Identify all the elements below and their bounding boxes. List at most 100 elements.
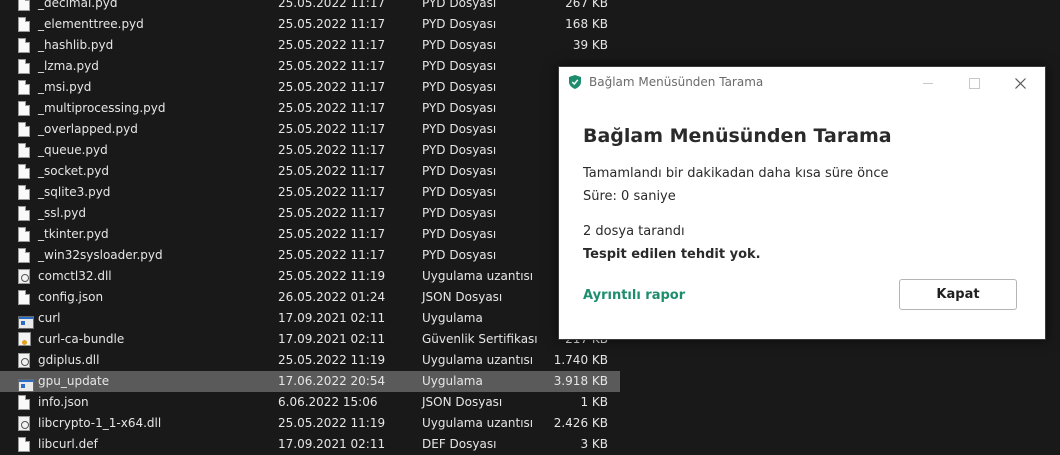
certificate-icon — [18, 332, 31, 347]
file-type: PYD Dosyası — [422, 0, 497, 10]
file-name: _decimal.pyd — [38, 0, 118, 10]
file-date-modified: 25.05.2022 11:19 — [278, 269, 386, 283]
file-icon — [18, 17, 31, 32]
file-date-modified: 6.06.2022 15:06 — [278, 395, 378, 409]
shield-icon — [569, 75, 581, 89]
file-date-modified: 25.05.2022 11:17 — [278, 59, 386, 73]
file-list: _decimal.pyd 25.05.2022 11:17 PYD Dosyası 2… — [0, 0, 620, 455]
file-name: curl-ca-bundle — [38, 332, 125, 346]
file-size: 3.918 KB — [553, 374, 608, 388]
file-icon — [18, 143, 31, 158]
file-row[interactable]: _tkinter.pyd 25.05.2022 11:17 PYD Dosyası — [0, 224, 620, 245]
file-type: Uygulama — [422, 311, 483, 325]
file-row[interactable]: info.json 6.06.2022 15:06 JSON Dosyası 1 KB — [0, 392, 620, 413]
file-date-modified: 26.05.2022 01:24 — [278, 290, 386, 304]
file-date-modified: 25.05.2022 11:17 — [278, 206, 386, 220]
file-icon — [18, 101, 31, 116]
file-name: _ssl.pyd — [38, 206, 86, 220]
file-row[interactable]: gpu_update 17.06.2022 20:54 Uygulama 3.918 … — [0, 371, 620, 392]
file-name: _win32sysloader.pyd — [38, 248, 163, 262]
file-type: Güvenlik Sertifikası — [422, 332, 538, 346]
file-type: PYD Dosyası — [422, 164, 497, 178]
file-date-modified: 25.05.2022 11:17 — [278, 248, 386, 262]
file-date-modified: 25.05.2022 11:17 — [278, 185, 386, 199]
close-window-button[interactable] — [997, 67, 1043, 99]
detailed-report-link[interactable]: Ayrıntılı rapor — [583, 288, 685, 303]
file-type: JSON Dosyası — [422, 395, 503, 409]
close-icon — [1014, 77, 1026, 89]
file-row[interactable]: comctl32.dll 25.05.2022 11:19 Uygulama uza… — [0, 266, 620, 287]
file-row[interactable]: _elementtree.pyd 25.05.2022 11:17 PYD Dosy… — [0, 14, 620, 35]
file-name: _overlapped.pyd — [38, 122, 138, 136]
file-type: PYD Dosyası — [422, 38, 497, 52]
file-name: _socket.pyd — [38, 164, 109, 178]
maximize-button[interactable] — [951, 67, 997, 99]
file-row[interactable]: _sqlite3.pyd 25.05.2022 11:17 PYD Dosyası — [0, 182, 620, 203]
file-row[interactable]: _hashlib.pyd 25.05.2022 11:17 PYD Dosyası 3… — [0, 35, 620, 56]
file-type: PYD Dosyası — [422, 122, 497, 136]
file-icon — [18, 122, 31, 137]
file-row[interactable]: _ssl.pyd 25.05.2022 11:17 PYD Dosyası — [0, 203, 620, 224]
file-icon — [18, 0, 31, 11]
file-date-modified: 25.05.2022 11:17 — [278, 143, 386, 157]
file-icon — [18, 206, 31, 221]
file-date-modified: 25.05.2022 11:17 — [278, 164, 386, 178]
file-row[interactable]: _multiprocessing.pyd 25.05.2022 11:17 PYD … — [0, 98, 620, 119]
file-row[interactable]: libcurl.def 17.09.2021 02:11 DEF Dosyası 3 … — [0, 434, 620, 455]
file-date-modified: 25.05.2022 11:17 — [278, 17, 386, 31]
file-name: libcurl.def — [38, 437, 98, 451]
file-type: Uygulama — [422, 374, 483, 388]
file-row[interactable]: _decimal.pyd 25.05.2022 11:17 PYD Dosyası 2… — [0, 0, 620, 14]
file-row[interactable]: _lzma.pyd 25.05.2022 11:17 PYD Dosyası — [0, 56, 620, 77]
dll-icon — [18, 353, 31, 368]
file-date-modified: 17.09.2021 02:11 — [278, 332, 386, 346]
file-row[interactable]: _msi.pyd 25.05.2022 11:17 PYD Dosyası — [0, 77, 620, 98]
file-row[interactable]: _queue.pyd 25.05.2022 11:17 PYD Dosyası — [0, 140, 620, 161]
file-date-modified: 25.05.2022 11:17 — [278, 0, 386, 10]
dialog-window-title: Bağlam Menüsünden Tarama — [589, 75, 764, 89]
file-name: _lzma.pyd — [38, 59, 99, 73]
scan-result-dialog: Bağlam Menüsünden Tarama Bağlam Menüsünd… — [558, 66, 1046, 340]
file-row[interactable]: curl 17.09.2021 02:11 Uygulama — [0, 308, 620, 329]
file-size: 1 KB — [580, 395, 608, 409]
files-scanned-text: 2 dosya tarandı — [583, 224, 685, 239]
file-name: _elementtree.pyd — [38, 17, 144, 31]
file-type: PYD Dosyası — [422, 227, 497, 241]
file-size: 3 KB — [580, 437, 608, 451]
file-icon — [18, 59, 31, 74]
file-row[interactable]: _socket.pyd 25.05.2022 11:17 PYD Dosyası — [0, 161, 620, 182]
file-row[interactable]: _win32sysloader.pyd 25.05.2022 11:17 PYD D… — [0, 245, 620, 266]
file-name: _msi.pyd — [38, 80, 92, 94]
file-date-modified: 25.05.2022 11:17 — [278, 227, 386, 241]
file-row[interactable]: libcrypto-1_1-x64.dll 25.05.2022 11:19 Uyg… — [0, 413, 620, 434]
file-type: PYD Dosyası — [422, 248, 497, 262]
file-size: 2.426 KB — [553, 416, 608, 430]
file-date-modified: 17.09.2021 02:11 — [278, 437, 386, 451]
file-date-modified: 25.05.2022 11:17 — [278, 101, 386, 115]
file-size: 39 KB — [572, 38, 608, 52]
file-name: gpu_update — [38, 374, 110, 388]
file-name: curl — [38, 311, 61, 325]
file-type: Uygulama uzantısı — [422, 353, 534, 367]
dll-icon — [18, 269, 31, 284]
file-icon — [18, 164, 31, 179]
file-row[interactable]: config.json 26.05.2022 01:24 JSON Dosyası — [0, 287, 620, 308]
file-name: _hashlib.pyd — [38, 38, 114, 52]
file-type: PYD Dosyası — [422, 206, 497, 220]
file-date-modified: 25.05.2022 11:19 — [278, 353, 386, 367]
file-row[interactable]: gdiplus.dll 25.05.2022 11:19 Uygulama uzan… — [0, 350, 620, 371]
file-row[interactable]: curl-ca-bundle 17.09.2021 02:11 Güvenlik S… — [0, 329, 620, 350]
close-button[interactable]: Kapat — [899, 279, 1017, 310]
dialog-heading: Bağlam Menüsünden Tarama — [583, 125, 892, 147]
file-type: PYD Dosyası — [422, 143, 497, 157]
file-icon — [18, 395, 31, 410]
scan-completed-text: Tamamlandı bir dakikadan daha kısa süre … — [583, 166, 889, 181]
file-icon — [18, 185, 31, 200]
file-type: PYD Dosyası — [422, 59, 497, 73]
file-row[interactable]: _overlapped.pyd 25.05.2022 11:17 PYD Dosya… — [0, 119, 620, 140]
dialog-titlebar[interactable]: Bağlam Menüsünden Tarama — [559, 67, 1045, 99]
file-size: 168 KB — [565, 17, 608, 31]
minimize-button[interactable] — [905, 67, 951, 99]
file-name: comctl32.dll — [38, 269, 112, 283]
file-name: config.json — [38, 290, 104, 304]
